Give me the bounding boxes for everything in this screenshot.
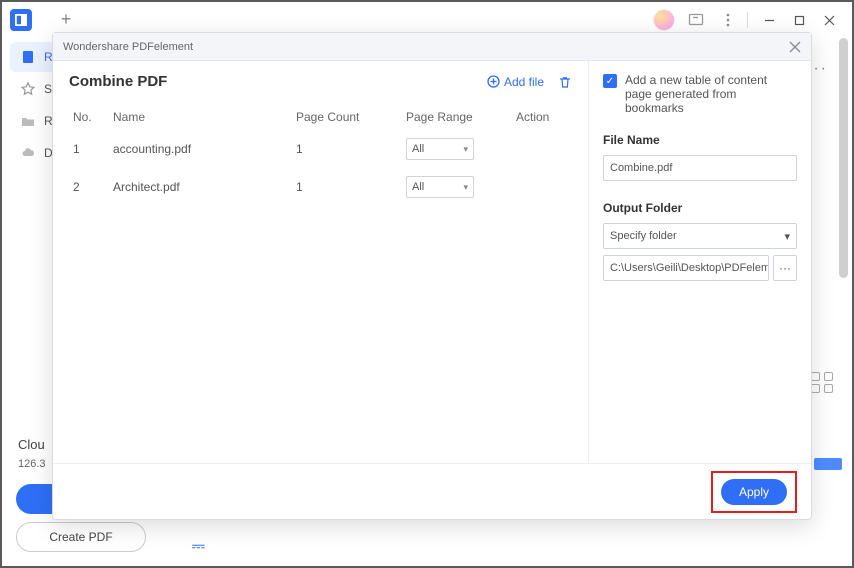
cloud-icon — [20, 145, 36, 161]
cell-name: Architect.pdf — [109, 168, 292, 206]
col-name: Name — [109, 104, 292, 130]
sidebar-item-label: S — [44, 82, 52, 96]
maximize-button[interactable] — [784, 7, 814, 33]
scroll-thumb[interactable] — [814, 458, 842, 470]
dialog-titlebar: Wondershare PDFelement — [53, 33, 811, 61]
files-table: No. Name Page Count Page Range Action 1 … — [69, 104, 572, 206]
star-icon — [20, 81, 36, 97]
col-page-range: Page Range — [402, 104, 512, 130]
add-file-label: Add file — [504, 75, 544, 89]
cell-no: 2 — [69, 168, 109, 206]
cell-no: 1 — [69, 130, 109, 168]
chevron-down-icon: ▾ — [463, 144, 468, 155]
kebab-menu-icon[interactable] — [715, 7, 741, 33]
col-page-count: Page Count — [292, 104, 402, 130]
table-row[interactable]: 2 Architect.pdf 1 All ▾ — [69, 168, 572, 206]
toc-checkbox[interactable]: ✓ — [603, 74, 617, 88]
trash-icon — [558, 75, 572, 89]
combine-pdf-dialog: Wondershare PDFelement Combine PDF Add f… — [52, 32, 812, 520]
output-folder-dropdown[interactable]: Specify folder ▾ — [603, 223, 797, 249]
dropdown-value: Specify folder — [610, 230, 677, 242]
col-action: Action — [512, 104, 572, 130]
notification-icon[interactable] — [683, 7, 709, 33]
output-path-display: C:\Users\Geili\Desktop\PDFelement\Co — [603, 255, 769, 281]
dialog-close-button[interactable] — [789, 41, 801, 53]
account-avatar[interactable] — [651, 7, 677, 33]
table-row[interactable]: 1 accounting.pdf 1 All ▾ — [69, 130, 572, 168]
output-folder-label: Output Folder — [603, 201, 797, 215]
page-range-select[interactable]: All ▾ — [406, 176, 474, 198]
col-no: No. — [69, 104, 109, 130]
cell-page-count: 1 — [292, 168, 402, 206]
select-value: All — [412, 181, 424, 193]
brand-mark: ⎓ — [192, 538, 205, 556]
dialog-title: Combine PDF — [69, 73, 167, 90]
select-value: All — [412, 143, 424, 155]
chevron-down-icon: ▾ — [463, 182, 468, 193]
add-file-button[interactable]: Add file — [487, 75, 544, 89]
apply-highlight: Apply — [711, 471, 797, 513]
folder-icon — [20, 113, 36, 129]
browse-folder-button[interactable]: ··· — [773, 255, 797, 281]
file-name-input[interactable] — [603, 155, 797, 181]
app-icon — [10, 9, 32, 31]
close-window-button[interactable] — [814, 7, 844, 33]
chevron-down-icon: ▾ — [784, 230, 790, 243]
dialog-window-title: Wondershare PDFelement — [63, 41, 193, 53]
new-tab-button[interactable]: + — [56, 10, 76, 30]
page-range-select[interactable]: All ▾ — [406, 138, 474, 160]
vertical-scrollbar[interactable] — [839, 38, 848, 278]
cell-page-count: 1 — [292, 130, 402, 168]
table-header-row: No. Name Page Count Page Range Action — [69, 104, 572, 130]
apply-button[interactable]: Apply — [721, 479, 787, 505]
minimize-button[interactable] — [754, 7, 784, 33]
create-pdf-button[interactable]: Create PDF — [16, 522, 146, 552]
cell-name: accounting.pdf — [109, 130, 292, 168]
remove-all-button[interactable] — [558, 75, 572, 89]
file-name-label: File Name — [603, 133, 797, 147]
document-icon — [20, 49, 36, 65]
plus-circle-icon — [487, 75, 500, 88]
view-grid-icon[interactable] — [811, 372, 834, 393]
toc-checkbox-label: Add a new table of content page generate… — [625, 73, 797, 115]
